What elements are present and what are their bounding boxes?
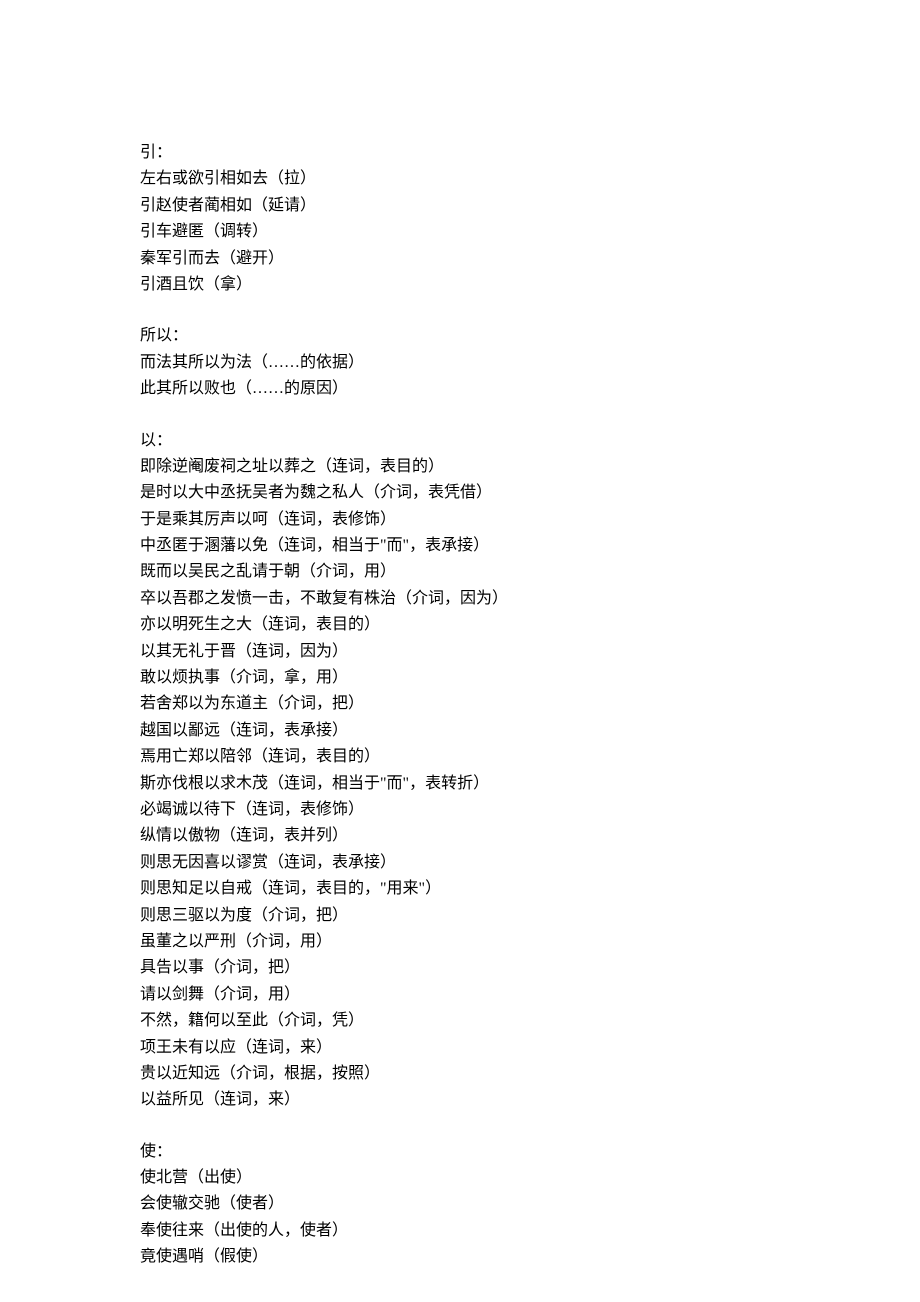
text-line: 则思无因喜以谬赏（连词，表承接） — [140, 850, 780, 876]
text-line: 于是乘其厉声以呵（连词，表修饰） — [140, 507, 780, 533]
text-line: 以益所见（连词，来） — [140, 1087, 780, 1113]
section: 以：即除逆阉废祠之址以葬之（连词，表目的）是时以大中丞抚吴者为魏之私人（介词，表… — [140, 428, 780, 1114]
text-line: 焉用亡郑以陪邻（连词，表目的） — [140, 744, 780, 770]
section: 引：左右或欲引相如去（拉）引赵使者蔺相如（延请）引车避匿（调转）秦军引而去（避开… — [140, 140, 780, 298]
text-line: 若舍郑以为东道主（介词，把） — [140, 691, 780, 717]
section-heading: 所以： — [140, 323, 780, 349]
text-line: 此其所以败也（……的原因） — [140, 376, 780, 402]
document-content: 引：左右或欲引相如去（拉）引赵使者蔺相如（延请）引车避匿（调转）秦军引而去（避开… — [140, 140, 780, 1271]
text-line: 则思知足以自戒（连词，表目的，"用来"） — [140, 876, 780, 902]
text-line: 而法其所以为法（……的依据） — [140, 350, 780, 376]
text-line: 亦以明死生之大（连词，表目的） — [140, 612, 780, 638]
text-line: 斯亦伐根以求木茂（连词，相当于"而"，表转折） — [140, 771, 780, 797]
text-line: 则思三驱以为度（介词，把） — [140, 903, 780, 929]
text-line: 中丞匿于溷藩以免（连词，相当于"而"，表承接） — [140, 533, 780, 559]
text-line: 是时以大中丞抚吴者为魏之私人（介词，表凭借） — [140, 480, 780, 506]
text-line: 引车避匿（调转） — [140, 219, 780, 245]
text-line: 秦军引而去（避开） — [140, 246, 780, 272]
text-line: 竟使遇哨（假使） — [140, 1244, 780, 1270]
text-line: 不然，籍何以至此（介词，凭） — [140, 1008, 780, 1034]
text-line: 越国以鄙远（连词，表承接） — [140, 718, 780, 744]
text-line: 既而以吴民之乱请于朝（介词，用） — [140, 559, 780, 585]
section: 所以：而法其所以为法（……的依据）此其所以败也（……的原因） — [140, 323, 780, 402]
text-line: 贵以近知远（介词，根据，按照） — [140, 1061, 780, 1087]
section-heading: 引： — [140, 140, 780, 166]
section-heading: 使： — [140, 1139, 780, 1165]
text-line: 奉使往来（出使的人，使者） — [140, 1218, 780, 1244]
text-line: 必竭诚以待下（连词，表修饰） — [140, 797, 780, 823]
text-line: 项王未有以应（连词，来） — [140, 1035, 780, 1061]
text-line: 引赵使者蔺相如（延请） — [140, 193, 780, 219]
text-line: 会使辙交驰（使者） — [140, 1191, 780, 1217]
text-line: 敢以烦执事（介词，拿，用） — [140, 665, 780, 691]
text-line: 请以剑舞（介词，用） — [140, 982, 780, 1008]
text-line: 使北营（出使） — [140, 1165, 780, 1191]
text-line: 以其无礼于晋（连词，因为） — [140, 639, 780, 665]
text-line: 具告以事（介词，把） — [140, 955, 780, 981]
section-heading: 以： — [140, 428, 780, 454]
text-line: 虽董之以严刑（介词，用） — [140, 929, 780, 955]
section: 使：使北营（出使）会使辙交驰（使者）奉使往来（出使的人，使者）竟使遇哨（假使） — [140, 1139, 780, 1271]
text-line: 卒以吾郡之发愤一击，不敢复有株治（介词，因为） — [140, 586, 780, 612]
text-line: 左右或欲引相如去（拉） — [140, 166, 780, 192]
text-line: 引酒且饮（拿） — [140, 272, 780, 298]
text-line: 纵情以傲物（连词，表并列） — [140, 823, 780, 849]
text-line: 即除逆阉废祠之址以葬之（连词，表目的） — [140, 454, 780, 480]
